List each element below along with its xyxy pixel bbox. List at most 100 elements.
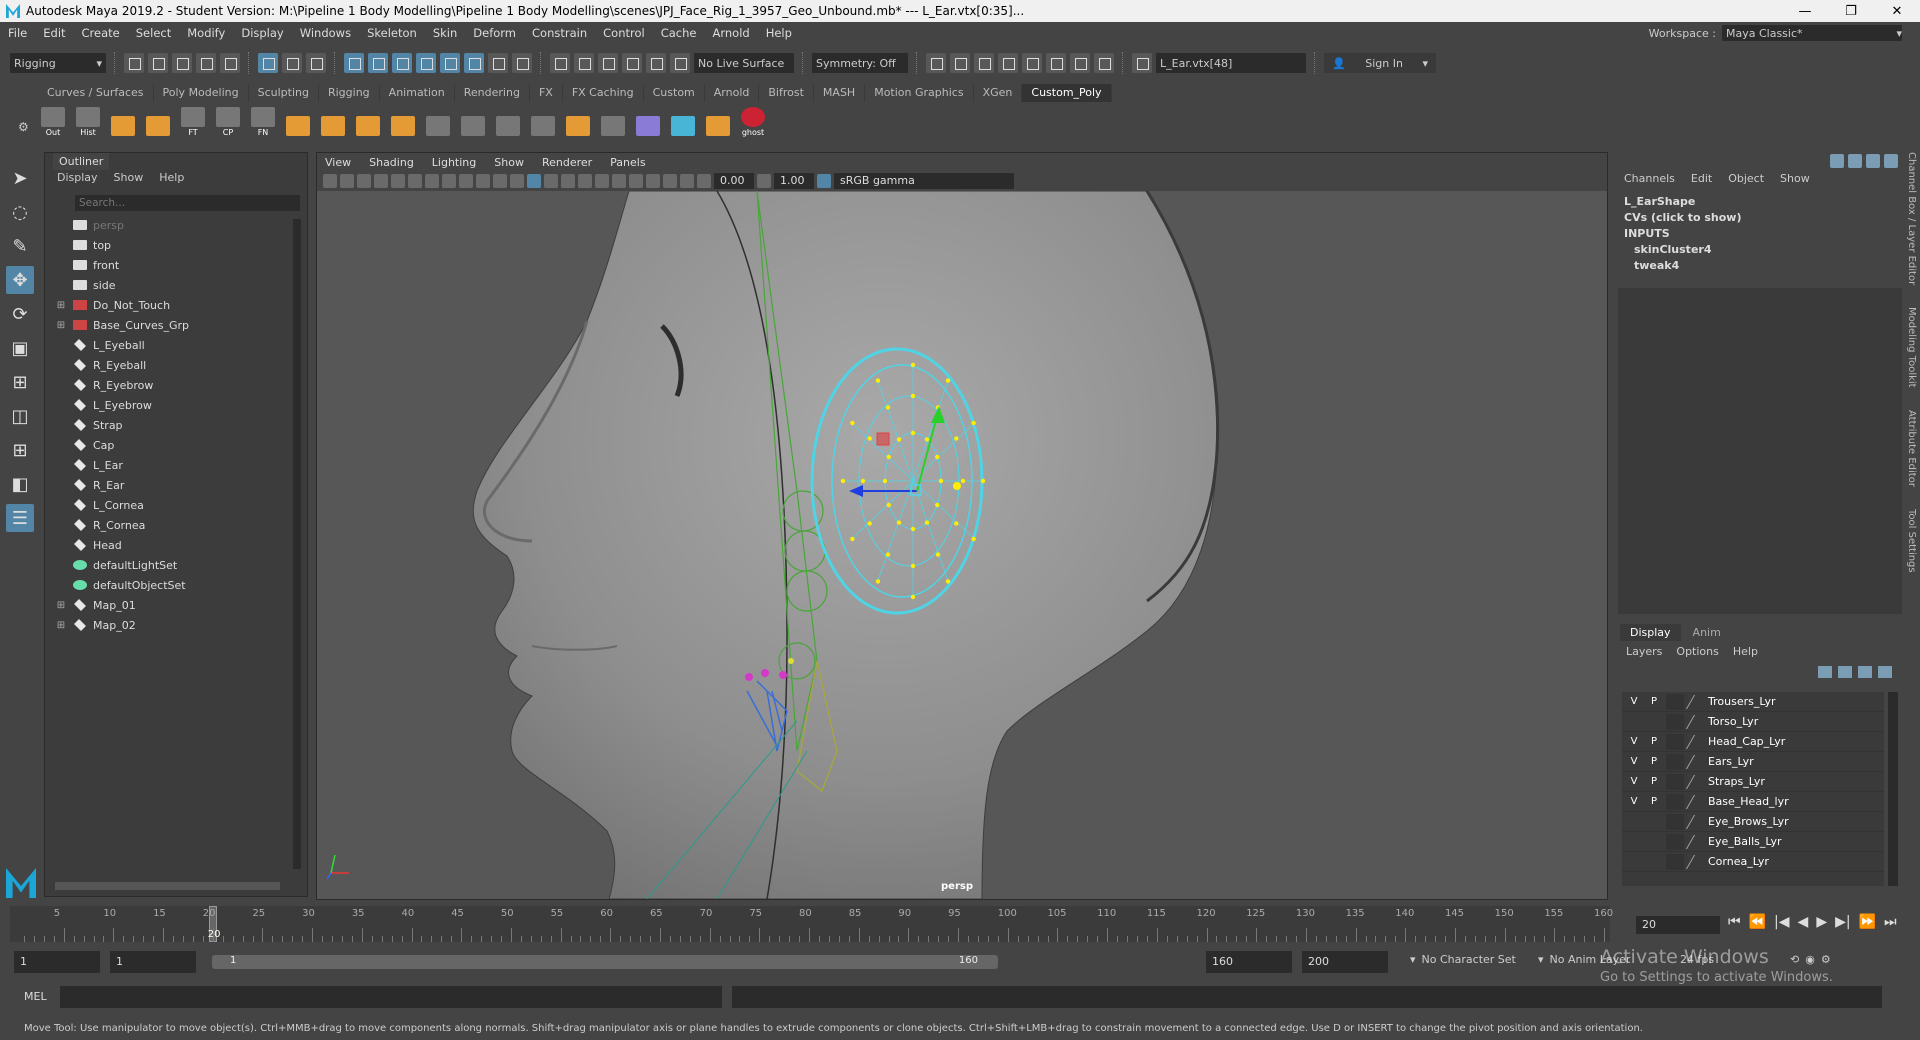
layer-tab-display[interactable]: Display [1620,624,1681,641]
image-plane-icon[interactable] [357,174,371,188]
open-scene-icon[interactable] [148,53,168,73]
cvs-toggle[interactable]: CVs (click to show) [1624,210,1742,226]
layer-editor-toggle-icon[interactable] [1884,154,1898,168]
layer-row[interactable]: V P Trousers_Lyr [1622,692,1884,712]
rotate-tool-icon[interactable]: ⟳ [6,300,34,328]
ear-vertex[interactable] [910,393,916,399]
shelf-button-vertex[interactable] [423,105,453,137]
shelf-tab-poly-modeling[interactable]: Poly Modeling [154,84,249,102]
layer-row[interactable]: V P Ears_Lyr [1622,752,1884,772]
menu-deform[interactable]: Deform [465,26,524,40]
layer-color-swatch[interactable] [1685,774,1707,789]
expand-icon[interactable]: ⊞ [53,300,69,311]
ear-vertex[interactable] [896,437,902,442]
layer-display-type-toggle[interactable] [1666,813,1684,830]
layer-color-swatch[interactable] [1685,814,1707,829]
menu-help[interactable]: Help [758,26,800,40]
outliner-item[interactable]: ⊞ Map_02 [53,615,293,635]
ear-vertex[interactable] [885,405,891,410]
step-forward-frame-button[interactable]: ▶| [1835,914,1850,930]
ipr-icon[interactable] [974,53,994,73]
layer-row[interactable]: V P Straps_Lyr [1622,772,1884,792]
shelf-tab-rendering[interactable]: Rendering [455,84,530,102]
layer-display-type-toggle[interactable] [1666,693,1684,710]
viewport-menu-show[interactable]: Show [494,156,524,169]
menu-edit[interactable]: Edit [35,26,73,40]
input-node-tweak[interactable]: tweak4 [1624,258,1742,274]
ear-vertex[interactable] [954,521,959,526]
layer-row[interactable]: Eye_Balls_Lyr [1622,832,1884,852]
shelf-tab-curves-surfaces[interactable]: Curves / Surfaces [38,84,154,102]
grease-pencil-icon[interactable] [391,174,405,188]
ear-vertex[interactable] [875,378,881,383]
minimize-button[interactable]: — [1782,4,1828,19]
light-editor-icon[interactable] [1070,53,1090,73]
menu-modify[interactable]: Modify [179,26,233,40]
side-tab-tool-settings[interactable]: Tool Settings [1906,509,1917,573]
shape-node-name[interactable]: L_EarShape [1624,194,1742,210]
select-component-icon[interactable] [306,53,326,73]
layer-row[interactable]: Eye_Brows_Lyr [1622,812,1884,832]
ear-vertex[interactable] [867,436,872,441]
layer-visibility-toggle[interactable]: V [1626,773,1642,790]
current-frame-field[interactable]: 20 [1636,916,1720,934]
menu-skin[interactable]: Skin [425,26,465,40]
ear-vertex[interactable] [924,437,930,442]
outliner-item[interactable]: R_Eyeball [53,355,293,375]
menu-create[interactable]: Create [74,26,128,40]
save-scene-icon[interactable] [172,53,192,73]
layer-menu-layers[interactable]: Layers [1626,645,1662,658]
step-back-key-button[interactable]: ⏪ [1749,914,1766,930]
shelf-tab-fx[interactable]: FX [530,84,563,102]
playback-start-field[interactable]: 1 [110,951,196,973]
default-material-icon[interactable] [544,174,558,188]
layer-playback-toggle[interactable]: P [1646,793,1662,810]
ear-vertex[interactable] [980,478,986,484]
color-management-icon[interactable] [817,174,831,188]
snap-icon[interactable] [512,53,532,73]
shelf-tab-sculpting[interactable]: Sculpting [249,84,319,102]
single-perspective-layout-icon[interactable]: ◫ [6,402,34,430]
lights-icon[interactable] [578,174,592,188]
shelf-button-cp[interactable]: CP [213,105,243,137]
select-tool-icon[interactable]: ➤ [6,164,34,192]
ear-vertex[interactable] [910,430,916,436]
attribute-editor-toggle-icon[interactable] [1848,154,1862,168]
move-layer-down-icon[interactable] [1838,666,1852,678]
layer-display-type-toggle[interactable] [1666,833,1684,850]
menu-constrain[interactable]: Constrain [524,26,595,40]
ear-vertex[interactable] [882,478,888,484]
shelf-button-lattice[interactable] [633,105,663,137]
new-layer-from-selection-icon[interactable] [1878,666,1892,678]
outliner-item[interactable]: ⊞ Base_Curves_Grp [53,315,293,335]
ear-vertex[interactable] [896,520,902,525]
shelf-tab-animation[interactable]: Animation [380,84,455,102]
menu-control[interactable]: Control [595,26,653,40]
layer-visibility-toggle[interactable]: V [1626,693,1642,710]
outliner-item[interactable]: R_Cornea [53,515,293,535]
ear-vertex[interactable] [867,521,872,526]
layer-visibility-toggle[interactable] [1626,813,1642,830]
layer-color-swatch[interactable] [1685,734,1707,749]
layer-visibility-toggle[interactable]: V [1626,753,1642,770]
layer-row[interactable]: V P Head_Cap_Lyr [1622,732,1884,752]
textured-icon[interactable] [561,174,575,188]
ear-vertex[interactable] [935,454,940,460]
input-icon[interactable] [574,53,594,73]
layer-playback-toggle[interactable] [1646,833,1662,850]
channel-box-menu-edit[interactable]: Edit [1691,172,1712,185]
outliner-vertical-scrollbar[interactable] [293,219,301,869]
layer-playback-toggle[interactable] [1646,853,1662,870]
shelf-button-edge-loop[interactable] [458,105,488,137]
ear-vertex[interactable] [910,362,916,368]
channel-box-toggle-icon[interactable] [1830,154,1844,168]
input-line-icon[interactable] [1132,53,1152,73]
ear-vertex[interactable] [886,454,891,460]
layer-playback-toggle[interactable] [1646,713,1662,730]
channel-box-menu-object[interactable]: Object [1728,172,1764,185]
paint-select-tool-icon[interactable]: ✎ [6,232,34,260]
layer-visibility-toggle[interactable] [1626,713,1642,730]
ear-vertex[interactable] [971,536,976,542]
smooth-shade-icon[interactable] [527,174,541,188]
shadows-icon[interactable] [595,174,609,188]
